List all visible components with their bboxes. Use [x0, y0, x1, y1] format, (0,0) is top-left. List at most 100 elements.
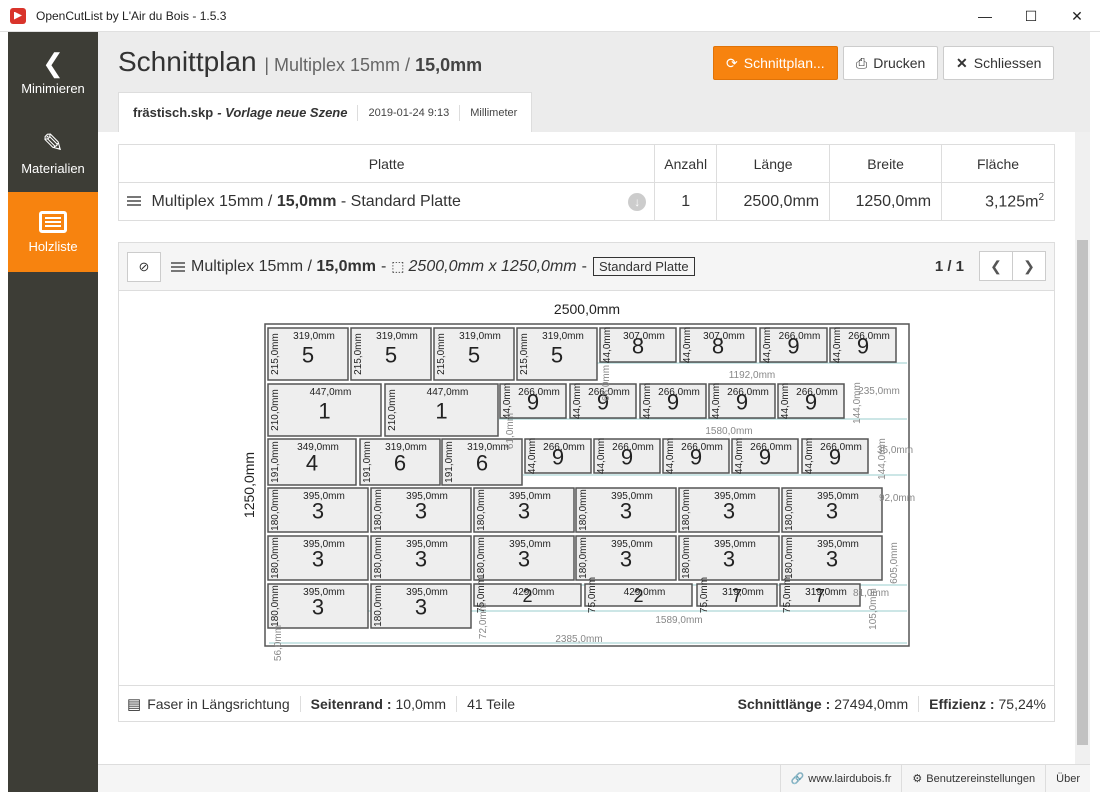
close-window-button[interactable]: ✕: [1054, 0, 1100, 32]
part-number: 4: [306, 450, 318, 475]
sidebar-item-minimieren[interactable]: ❮ Minimieren: [8, 32, 98, 112]
part-height-label: 215,0mm: [436, 333, 447, 375]
offcut-label: 56,0mm: [273, 625, 284, 661]
part-width-label: 319,0mm: [376, 331, 418, 342]
scrollbar-thumb[interactable]: [1077, 240, 1088, 745]
part-height-label: 180,0mm: [784, 537, 795, 579]
sidebar-item-materialien[interactable]: ✎ Materialien: [8, 112, 98, 192]
vertical-scrollbar[interactable]: [1075, 132, 1090, 764]
prev-page-button[interactable]: ❮: [979, 251, 1013, 281]
file-tab[interactable]: frästisch.skp - Vorlage neue Szene 2019-…: [118, 92, 533, 132]
part-height-label: 180,0mm: [270, 585, 281, 627]
part-height-label: 180,0mm: [681, 537, 692, 579]
unit-label: Millimeter: [470, 106, 518, 119]
offcut-label: 65,0mm: [601, 365, 612, 401]
drucken-button[interactable]: ⎙ Drucken: [843, 46, 939, 80]
panel-header: ⊘ Multiplex 15mm / 15,0mm - ⬚ 2500,0mm x…: [119, 243, 1054, 291]
part-height-label: 44,0mm: [762, 327, 773, 363]
offcut-label: 605,0mm: [889, 542, 900, 584]
margin-label: Seitenrand :: [310, 695, 392, 712]
length-cell: 2500,0mm: [716, 182, 831, 221]
part-height-label: 44,0mm: [832, 327, 843, 363]
maximize-window-button[interactable]: ☐: [1008, 0, 1054, 32]
file-name: frästisch.skp: [133, 105, 214, 120]
part-number: 3: [620, 546, 632, 571]
next-page-button[interactable]: ❯: [1012, 251, 1046, 281]
part-width-label: 447,0mm: [427, 387, 469, 398]
part-width-label: 266,0mm: [779, 331, 821, 342]
part-width-label: 429,0mm: [513, 587, 555, 598]
part-height-label: 180,0mm: [270, 537, 281, 579]
offcut-label: 235,0mm: [858, 386, 900, 397]
part-number: 3: [415, 546, 427, 571]
part-height-label: 180,0mm: [476, 489, 487, 531]
part-height-label: 44,0mm: [804, 438, 815, 474]
width-cell: 1250,0mm: [829, 182, 943, 221]
part-height-label: 44,0mm: [602, 327, 613, 363]
part-height-label: 180,0mm: [373, 537, 384, 579]
part-number: 3: [518, 546, 530, 571]
eye-slash-icon: ⊘: [138, 258, 150, 274]
sidebar-item-label: Materialien: [21, 160, 85, 176]
part-height-label: 75,0mm: [782, 577, 793, 613]
list-icon: ▤: [127, 695, 142, 713]
part-height-label: 215,0mm: [519, 333, 530, 375]
part-height-label: 191,0mm: [362, 441, 373, 483]
sidebar-item-holzliste[interactable]: Holzliste: [8, 192, 98, 272]
part-width-label: 349,0mm: [297, 442, 339, 453]
toggle-visibility-button[interactable]: ⊘: [127, 251, 161, 282]
part-number: 1: [435, 398, 447, 423]
part-number: 5: [385, 342, 397, 367]
panel-material: Multiplex 15mm / 15,0mm: [191, 257, 376, 275]
offcut-label: 72,0mm: [478, 603, 489, 639]
part-height-label: 44,0mm: [665, 438, 676, 474]
part-number: 3: [620, 498, 632, 523]
sheet-type-tag: Standard Platte: [592, 257, 695, 276]
cut-length-value: 27494,0mm: [834, 695, 909, 712]
offcut-label: 144,0mm: [852, 382, 863, 424]
part-height-label: 210,0mm: [387, 389, 398, 431]
offcut-label: 105,0mm: [868, 588, 879, 630]
grain-info: Faser in Längsrichtung: [147, 695, 290, 712]
column-header: Breite: [829, 144, 943, 183]
printer-icon: ⎙: [856, 54, 868, 71]
part-width-label: 266,0mm: [612, 442, 654, 453]
part-width-label: 395,0mm: [714, 539, 756, 550]
pager: 1 / 1 ❮ ❯: [935, 251, 1046, 281]
minimize-window-button[interactable]: —: [962, 0, 1008, 32]
app-icon: [10, 7, 26, 24]
part-number: 3: [723, 498, 735, 523]
column-header: Länge: [716, 144, 831, 183]
part-height-label: 180,0mm: [270, 489, 281, 531]
settings-link[interactable]: ⚙ Benutzereinstellungen: [901, 765, 1045, 792]
part-width-label: 395,0mm: [817, 539, 859, 550]
part-width-label: 266,0mm: [820, 442, 862, 453]
close-icon: ✕: [956, 54, 968, 71]
divider: [357, 104, 359, 121]
part-number: 3: [826, 498, 838, 523]
part-number: 5: [302, 342, 314, 367]
table-row[interactable]: Multiplex 15mm / 15,0mm - Standard Platt…: [117, 182, 1055, 221]
divider: [456, 695, 458, 712]
part-height-label: 44,0mm: [596, 438, 607, 474]
schnittplan-button[interactable]: ⟳ Schnittplan...: [713, 46, 838, 80]
website-link[interactable]: 🔗 www.lairdubois.fr: [779, 765, 902, 792]
part-width-label: 395,0mm: [303, 491, 345, 502]
part-width-label: 319,0mm: [459, 331, 501, 342]
offcut-label: 1580,0mm: [705, 426, 752, 437]
window-controls: — ☐ ✕: [962, 0, 1100, 32]
part-height-label: 191,0mm: [270, 441, 281, 483]
cutting-plan-panel: ⊘ Multiplex 15mm / 15,0mm - ⬚ 2500,0mm x…: [118, 242, 1055, 722]
header: Schnittplan | Multiplex 15mm / 15,0mm ⟳ …: [98, 32, 1075, 132]
about-link[interactable]: Über: [1045, 765, 1090, 792]
part-width-label: 266,0mm: [848, 331, 890, 342]
part-height-label: 180,0mm: [373, 489, 384, 531]
part-number: 6: [394, 450, 406, 475]
part-number: 3: [826, 546, 838, 571]
part-height-label: 215,0mm: [270, 333, 281, 375]
arrow-down-circle-icon[interactable]: ↓: [628, 192, 647, 211]
part-width-label: 395,0mm: [406, 587, 448, 598]
part-number: 3: [312, 546, 324, 571]
schliessen-button[interactable]: ✕ Schliessen: [943, 46, 1055, 80]
part-height-label: 44,0mm: [734, 438, 745, 474]
